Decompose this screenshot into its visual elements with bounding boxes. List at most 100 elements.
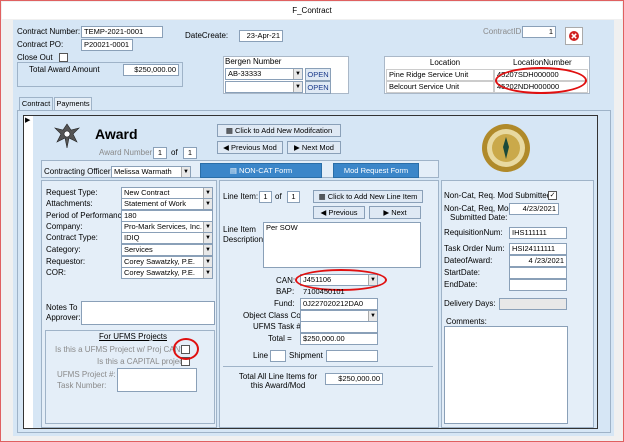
location-row-2[interactable]: Belcourt Service Unit [386,81,494,93]
contracting-officer-select[interactable]: Melissa Warmath ▼ [111,166,191,178]
window-title: F_Contract [2,2,622,19]
task-order-field[interactable]: HSI24111111 [509,243,567,255]
ufms-task-field[interactable] [300,321,378,333]
fund-field[interactable]: 0J227020212DA0 [300,298,378,310]
task-order-label: Task Order Num: [444,244,505,253]
date-create-label: DateCreate: [185,31,229,40]
award-number-field[interactable]: 1 [153,147,167,159]
tab-contract[interactable]: Contract [19,97,53,110]
award-title: Award [95,126,138,142]
previous-mod-button[interactable]: ◀ Previous Mod [217,141,283,154]
close-form-button[interactable] [565,27,583,45]
bergen-open-button-2[interactable]: OPEN [305,81,331,94]
total-field[interactable]: $250,000.00 [300,333,378,345]
ufms-question-2: Is this a CAPITAL project? [97,357,190,366]
delivery-days-label: Delivery Days: [444,299,496,308]
add-mod-label: Click to Add New Modifcation [235,126,333,135]
ufms-title: For UFMS Projects [99,332,168,341]
fund-label: Fund: [274,299,295,308]
chevron-down-icon[interactable]: ▼ [203,188,212,198]
mod-request-form-button[interactable]: Mod Request Form [333,163,419,178]
chevron-down-icon[interactable]: ▼ [368,311,377,321]
record-selector-icon[interactable]: ▶ [25,116,30,126]
attachments-value: Statement of Work [124,199,186,208]
previous-line-label: Previous [328,208,358,217]
location-number-highlight [495,67,587,94]
contract-number-field[interactable]: TEMP-2021-0001 [81,26,163,38]
tab-payments[interactable]: Payments [54,97,92,110]
company-value: Pro-Mark Services, Inc. [124,222,202,231]
chevron-down-icon[interactable]: ▼ [293,69,302,79]
previous-line-button[interactable]: ◀ Previous [313,206,365,219]
ufms-task-label: UFMS Task #: [253,322,304,331]
bap-field[interactable]: 7100450101 [300,286,378,298]
cor-select[interactable]: Corey Sawatzky, P.E. ▼ [121,267,213,279]
chevron-down-icon[interactable]: ▼ [203,268,212,278]
contract-id-label: ContractID [483,27,522,36]
line-field[interactable] [270,350,286,362]
requestor-value: Corey Sawatzky, P.E. [124,257,196,266]
close-icon [569,31,579,41]
triangle-left-icon: ◀ [223,143,231,152]
chevron-down-icon[interactable]: ▼ [293,82,302,92]
chevron-down-icon[interactable]: ▼ [181,167,190,177]
contracting-officer-value: Melissa Warmath [114,167,172,176]
next-mod-label: Next Mod [301,143,334,152]
bergen-open-button-1[interactable]: OPEN [305,68,331,81]
bap-label: BAP: [276,287,295,296]
bergen-number-1[interactable]: AB-33333 ▼ [225,68,303,80]
noncat-date-field[interactable]: 4/23/2021 [509,203,559,215]
contract-po-field[interactable]: P20021-0001 [81,39,133,51]
contract-type-select[interactable]: IDIQ ▼ [121,232,213,244]
requisition-label: RequisitionNum: [444,228,503,237]
chevron-down-icon[interactable]: ▼ [203,222,212,232]
contract-id-field[interactable]: 1 [522,26,556,38]
chevron-down-icon[interactable]: ▼ [203,245,212,255]
add-line-item-button[interactable]: ▦ Click to Add New Line Item [313,190,423,203]
start-date-field[interactable] [509,267,567,279]
delivery-days-field[interactable] [499,298,567,310]
add-mod-icon: ▦ [225,126,236,135]
add-modification-button[interactable]: ▦ Click to Add New Modifcation [217,124,341,137]
cor-label: COR: [46,268,66,277]
close-out-checkbox[interactable] [59,53,68,62]
line-item-field[interactable]: 1 [259,191,272,203]
line-desc-field[interactable]: Per SOW [263,222,421,268]
date-create-field[interactable]: 23-Apr-21 [239,30,283,42]
chevron-down-icon[interactable]: ▼ [203,233,212,243]
contract-po-label: Contract PO: [17,40,64,49]
ufms-project-label: UFMS Project #: [57,370,116,379]
next-mod-button[interactable]: ▶ Next Mod [287,141,341,154]
award-of-field[interactable]: 1 [183,147,197,159]
contract-type-value: IDIQ [124,233,140,242]
category-label: Category: [46,245,81,254]
task-number-label: Task Number: [57,381,107,390]
location-row-1[interactable]: Pine Ridge Service Unit [386,69,494,81]
ufms-checkbox-highlight [173,338,199,360]
noncat-form-button[interactable]: ▤ NON-CAT Form [200,163,322,178]
contract-number-label: Contract Number: [17,27,81,36]
chevron-down-icon[interactable]: ▼ [203,257,212,267]
date-award-field[interactable]: 4 /23/2021 [509,255,567,267]
checkmark-icon: ✓ [549,192,556,199]
all-items-total-field[interactable]: $250,000.00 [325,373,383,385]
form-icon: ▤ [229,166,240,175]
line-desc-label: Line Item Description [223,225,264,244]
end-date-field[interactable] [509,279,567,291]
attachments-select[interactable]: Statement of Work ▼ [121,198,213,210]
notes-field[interactable] [81,301,215,325]
next-line-button[interactable]: ▶ Next [369,206,421,219]
comments-field[interactable] [444,326,568,424]
category-value: Services [124,245,153,254]
requisition-field[interactable]: IHS111111 [509,227,567,239]
ufms-project-field[interactable] [117,368,197,392]
shipment-field[interactable] [326,350,378,362]
category-select[interactable]: Services ▼ [121,244,213,256]
line-item-of-field[interactable]: 1 [287,191,300,203]
chevron-down-icon[interactable]: ▼ [203,199,212,209]
bergen-number-2[interactable]: ▼ [225,81,303,93]
total-award-field[interactable]: $250,000.00 [123,64,179,76]
noncat-submitted-checkbox[interactable]: ✓ [548,191,557,200]
agency-seal-icon [482,124,530,172]
contract-type-label: Contract Type: [46,233,98,242]
